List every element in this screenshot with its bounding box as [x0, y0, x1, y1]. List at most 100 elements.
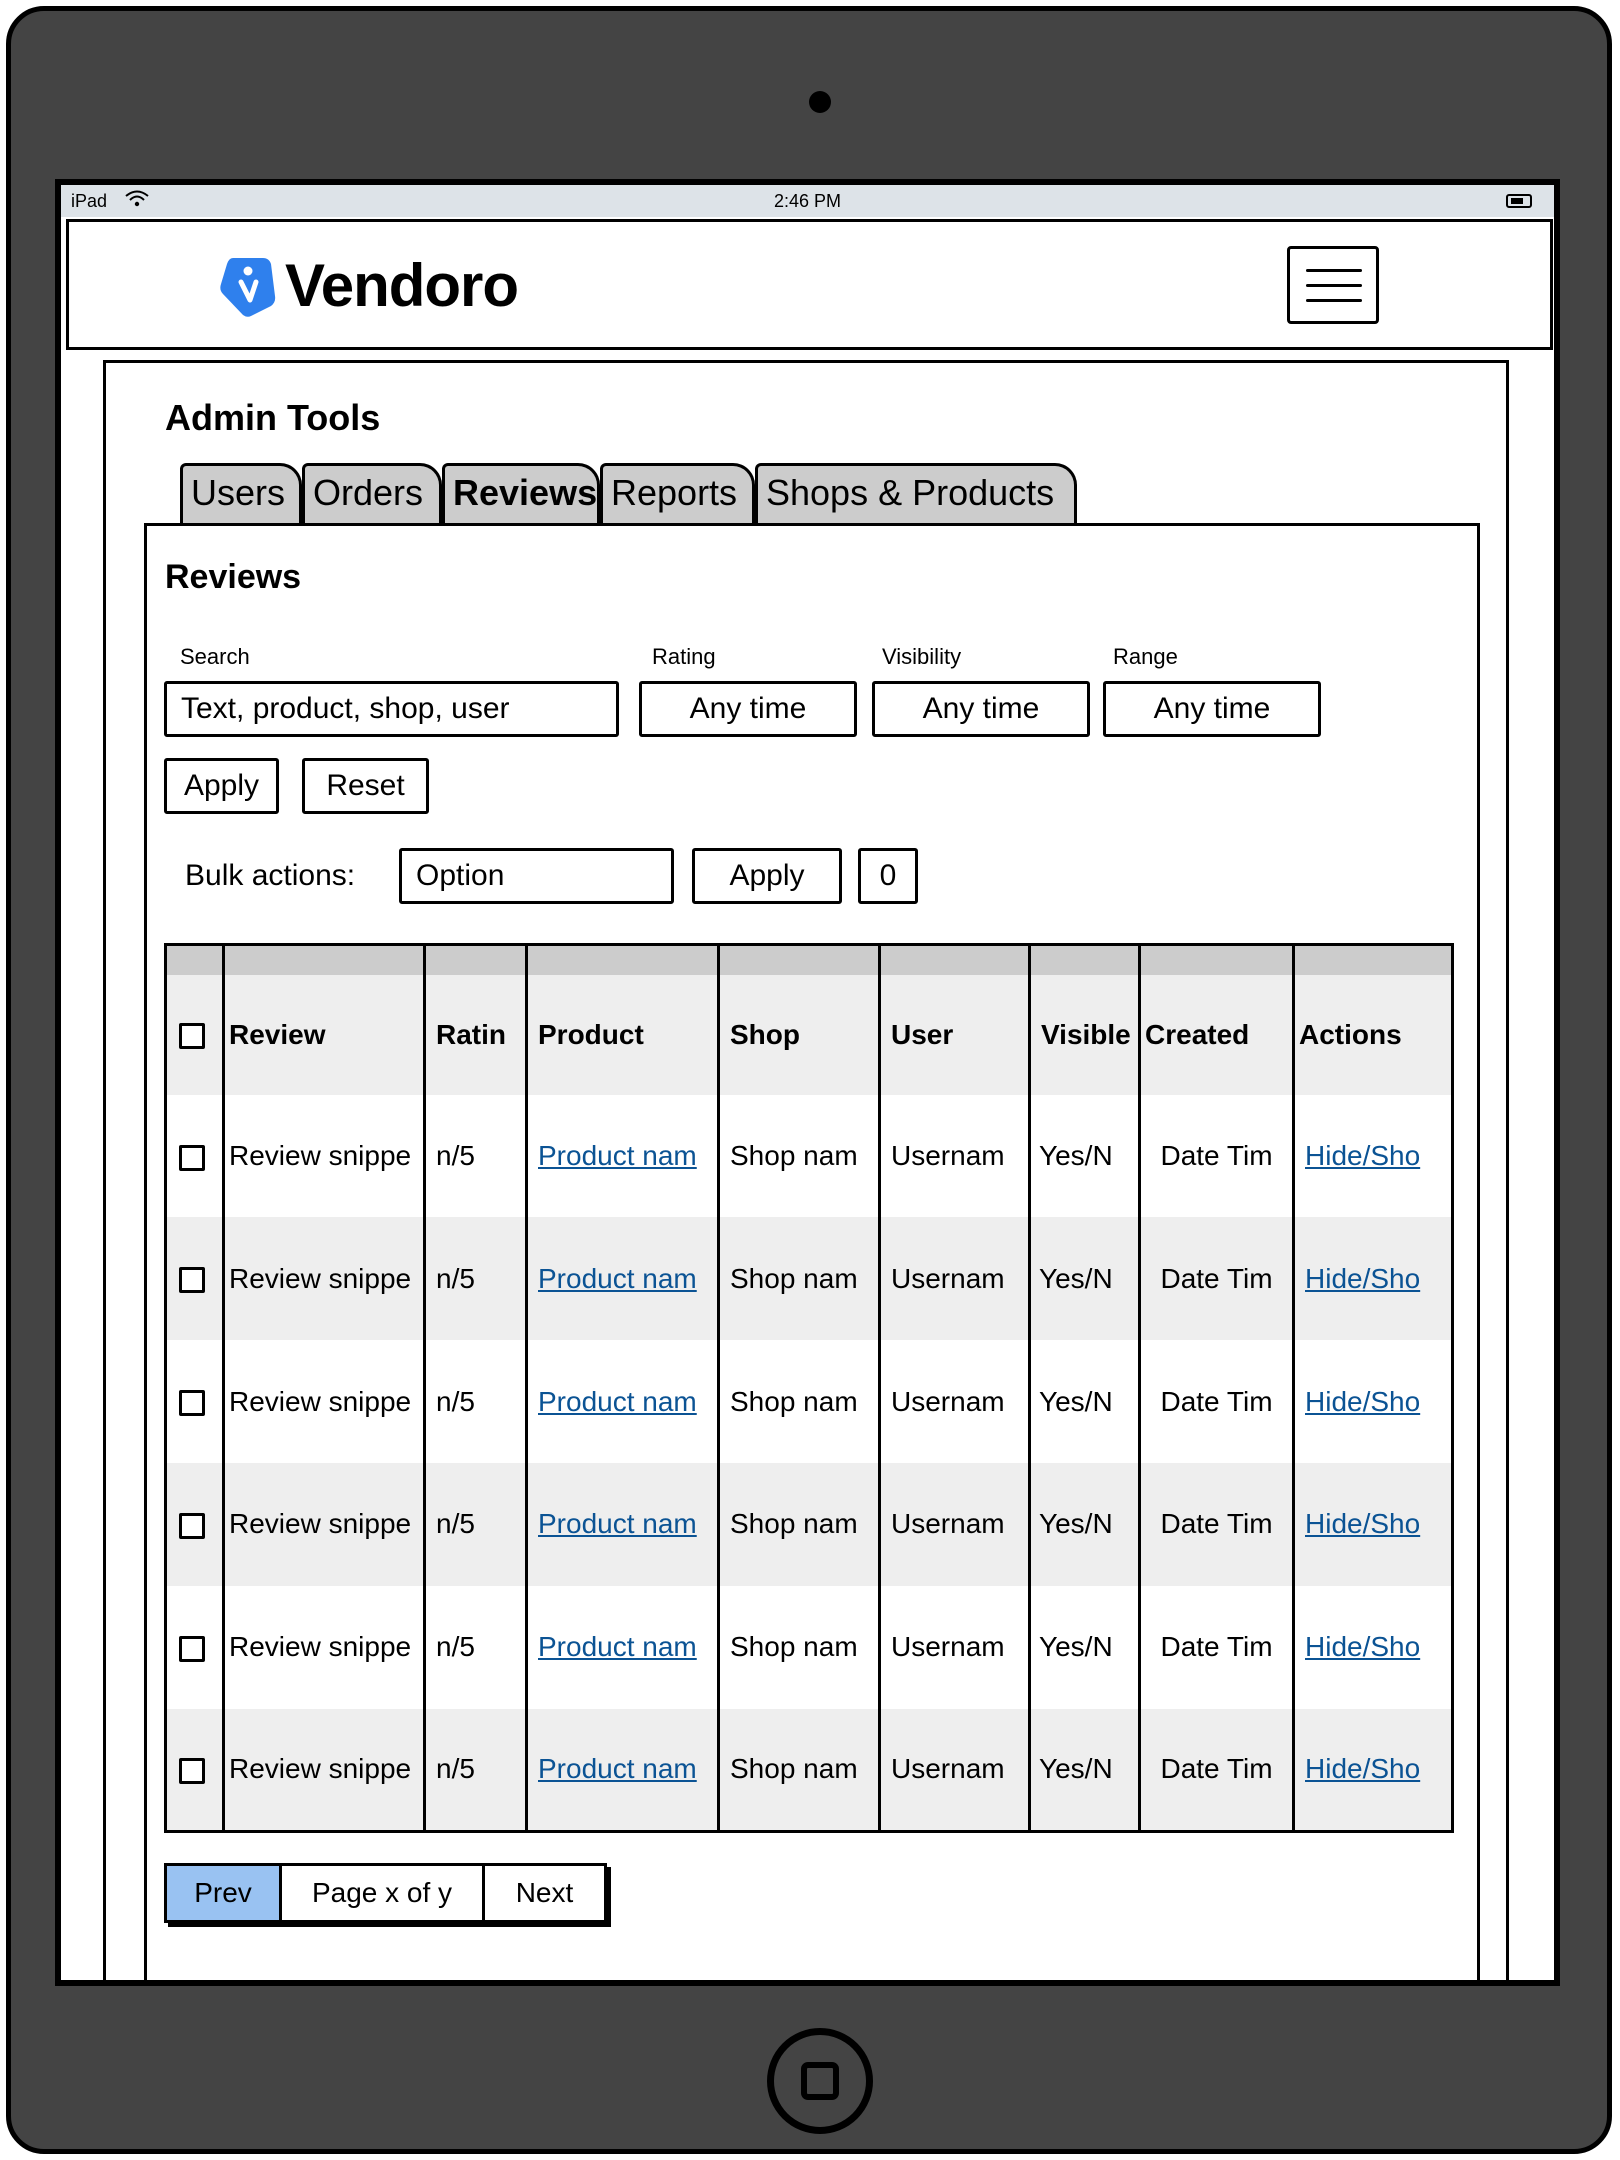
table-row: Review snippe n/5 Product nam Shop nam Usern… [165, 1585, 1453, 1709]
product-cell: Product nam [525, 1585, 719, 1709]
visible-cell: Yes/N [1028, 1462, 1140, 1586]
review-snippet: Review snippe [222, 1708, 425, 1832]
range-select[interactable]: Any time [1103, 681, 1321, 737]
column-header-rating[interactable]: Ratin [423, 974, 527, 1095]
table-row: Review snippe n/5 Product nam Shop nam Usern… [165, 1340, 1453, 1463]
bulk-apply-button[interactable]: Apply [692, 848, 842, 904]
price-tag-icon [220, 258, 276, 317]
review-snippet: Review snippe [222, 1094, 425, 1218]
page-title: Admin Tools [165, 397, 381, 438]
row-checkbox[interactable] [179, 1635, 205, 1662]
shop-cell: Shop nam [717, 1462, 880, 1586]
brand-name: Vendoro [285, 251, 519, 319]
table-row: Review snippe n/5 Product nam Shop nam Usern… [165, 1708, 1453, 1832]
product-link[interactable]: Product nam [538, 1631, 697, 1662]
home-button[interactable] [767, 2028, 873, 2134]
hide-show-link[interactable]: Hide/Sho [1305, 1631, 1420, 1662]
screen: iPad 2:46 PM Vendoro Admin Tools Users O… [55, 179, 1560, 1986]
column-header-shop[interactable]: Shop [717, 974, 880, 1095]
status-time: 2:46 PM [773, 191, 842, 211]
column-header-product[interactable]: Product [525, 974, 719, 1095]
visibility-label: Visibility [882, 644, 962, 669]
menu-line-icon [1306, 269, 1362, 272]
shop-cell: Shop nam [717, 1708, 880, 1832]
actions-cell: Hide/Sho [1292, 1708, 1453, 1832]
created-cell: Date Tim [1138, 1585, 1294, 1709]
section-title: Reviews [165, 558, 302, 596]
status-bar: iPad 2:46 PM [61, 185, 1554, 217]
review-snippet: Review snippe [222, 1585, 425, 1709]
row-checkbox[interactable] [179, 1267, 205, 1294]
column-header-actions: Actions [1292, 974, 1453, 1095]
bulk-action-select[interactable]: Option [399, 848, 674, 904]
hide-show-link[interactable]: Hide/Sho [1305, 1508, 1420, 1539]
row-select-cell [165, 1585, 224, 1709]
prev-page-button[interactable]: Prev [167, 1866, 282, 1920]
brand-logo[interactable]: Vendoro [219, 250, 519, 320]
shop-cell: Shop nam [717, 1585, 880, 1709]
row-select-cell [165, 1094, 224, 1218]
row-checkbox[interactable] [179, 1513, 205, 1539]
product-link[interactable]: Product nam [538, 1263, 697, 1294]
product-cell: Product nam [525, 1708, 719, 1832]
hide-show-link[interactable]: Hide/Sho [1305, 1263, 1420, 1294]
row-select-cell [165, 1708, 224, 1832]
visible-cell: Yes/N [1028, 1094, 1140, 1218]
rating-cell: n/5 [423, 1094, 527, 1218]
review-snippet: Review snippe [222, 1462, 425, 1586]
product-link[interactable]: Product nam [538, 1140, 697, 1171]
hide-show-link[interactable]: Hide/Sho [1305, 1753, 1420, 1784]
column-header-created[interactable]: Created [1138, 974, 1294, 1095]
app-header: Vendoro [66, 219, 1553, 350]
review-snippet: Review snippe [222, 1340, 425, 1463]
search-label: Search [180, 644, 250, 669]
selected-count: 0 [858, 848, 918, 904]
user-cell: Usernam [878, 1094, 1030, 1218]
row-checkbox[interactable] [179, 1390, 205, 1417]
column-header-user[interactable]: User [878, 974, 1030, 1095]
product-cell: Product nam [525, 1217, 719, 1341]
user-cell: Usernam [878, 1708, 1030, 1832]
next-page-button[interactable]: Next [485, 1866, 604, 1920]
select-all-checkbox[interactable] [179, 1023, 205, 1050]
apply-filters-button[interactable]: Apply [164, 758, 279, 814]
product-cell: Product nam [525, 1340, 719, 1463]
table-row: Review snippe n/5 Product nam Shop nam Usern… [165, 1217, 1453, 1341]
menu-line-icon [1306, 299, 1362, 302]
created-cell: Date Tim [1138, 1094, 1294, 1218]
product-link[interactable]: Product nam [538, 1386, 697, 1417]
product-link[interactable]: Product nam [538, 1508, 697, 1539]
reset-filters-button[interactable]: Reset [302, 758, 429, 814]
row-select-cell [165, 1462, 224, 1586]
table-body: Review snippe n/5 Product nam Shop nam Usern… [165, 1094, 1453, 1832]
created-cell: Date Tim [1138, 1708, 1294, 1832]
reviews-table: Review Ratin Product Shop User Visible C… [164, 943, 1454, 1833]
tab-users[interactable]: Users [180, 463, 302, 525]
admin-panel: Admin Tools Users Orders Reviews Reports… [103, 360, 1509, 1980]
product-cell: Product nam [525, 1462, 719, 1586]
column-header-review[interactable]: Review [222, 974, 425, 1095]
column-header-visible[interactable]: Visible [1028, 974, 1140, 1095]
row-checkbox[interactable] [179, 1757, 205, 1784]
table-header-row: Review Ratin Product Shop User Visible C… [165, 974, 1453, 1095]
rating-cell: n/5 [423, 1217, 527, 1341]
tab-reviews[interactable]: Reviews [442, 463, 600, 525]
camera-dot [809, 91, 831, 113]
tab-shops-products[interactable]: Shops & Products [755, 463, 1077, 525]
home-button-icon [801, 2062, 839, 2100]
hide-show-link[interactable]: Hide/Sho [1305, 1386, 1420, 1417]
rating-cell: n/5 [423, 1708, 527, 1832]
user-cell: Usernam [878, 1340, 1030, 1463]
visibility-select[interactable]: Any time [872, 681, 1090, 737]
product-link[interactable]: Product nam [538, 1753, 697, 1784]
user-cell: Usernam [878, 1217, 1030, 1341]
tab-orders[interactable]: Orders [302, 463, 442, 525]
row-select-cell [165, 1217, 224, 1341]
tab-reports[interactable]: Reports [600, 463, 755, 525]
created-cell: Date Tim [1138, 1217, 1294, 1341]
search-input[interactable]: Text, product, shop, user [164, 681, 619, 737]
rating-select[interactable]: Any time [639, 681, 857, 737]
hamburger-menu-button[interactable] [1287, 246, 1379, 324]
hide-show-link[interactable]: Hide/Sho [1305, 1140, 1420, 1171]
row-checkbox[interactable] [179, 1144, 205, 1171]
